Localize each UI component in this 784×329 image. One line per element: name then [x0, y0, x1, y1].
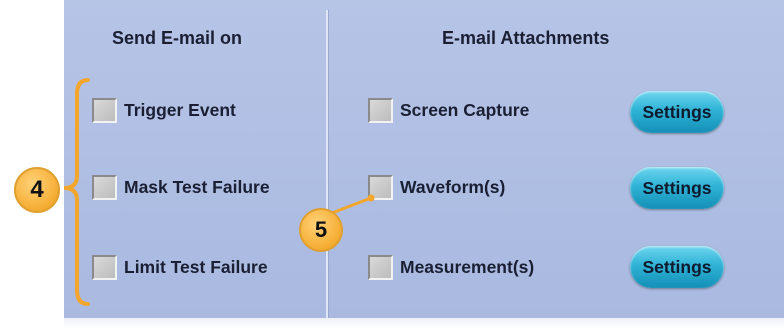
limit-test-failure-checkbox[interactable]	[92, 255, 117, 280]
limit-test-failure-option[interactable]: Limit Test Failure	[92, 255, 268, 280]
measurement-option[interactable]: Measurement(s)	[368, 255, 534, 280]
mask-test-failure-checkbox[interactable]	[92, 175, 117, 200]
waveform-settings-button[interactable]: Settings	[630, 167, 724, 209]
panel-shadow	[64, 318, 784, 329]
waveform-checkbox[interactable]	[368, 175, 393, 200]
screen-capture-label: Screen Capture	[400, 100, 530, 120]
waveform-option[interactable]: Waveform(s)	[368, 175, 505, 200]
measurement-settings-button[interactable]: Settings	[630, 246, 724, 288]
email-attachments-title: E-mail Attachments	[442, 28, 610, 48]
mask-test-failure-label: Mask Test Failure	[124, 177, 270, 197]
screen-capture-option[interactable]: Screen Capture	[368, 98, 529, 123]
callout-5-badge: 5	[299, 208, 343, 252]
mask-test-failure-option[interactable]: Mask Test Failure	[92, 175, 270, 200]
screen-capture-settings-button[interactable]: Settings	[630, 91, 724, 133]
trigger-event-label: Trigger Event	[124, 100, 236, 120]
section-divider	[326, 10, 328, 318]
send-email-on-title: Send E-mail on	[112, 28, 243, 48]
measurement-label: Measurement(s)	[400, 257, 535, 277]
callout-4-badge: 4	[14, 167, 60, 213]
screen-capture-checkbox[interactable]	[368, 98, 393, 123]
waveform-label: Waveform(s)	[400, 177, 506, 197]
limit-test-failure-label: Limit Test Failure	[124, 257, 268, 277]
trigger-event-checkbox[interactable]	[92, 98, 117, 123]
trigger-event-option[interactable]: Trigger Event	[92, 98, 236, 123]
measurement-checkbox[interactable]	[368, 255, 393, 280]
